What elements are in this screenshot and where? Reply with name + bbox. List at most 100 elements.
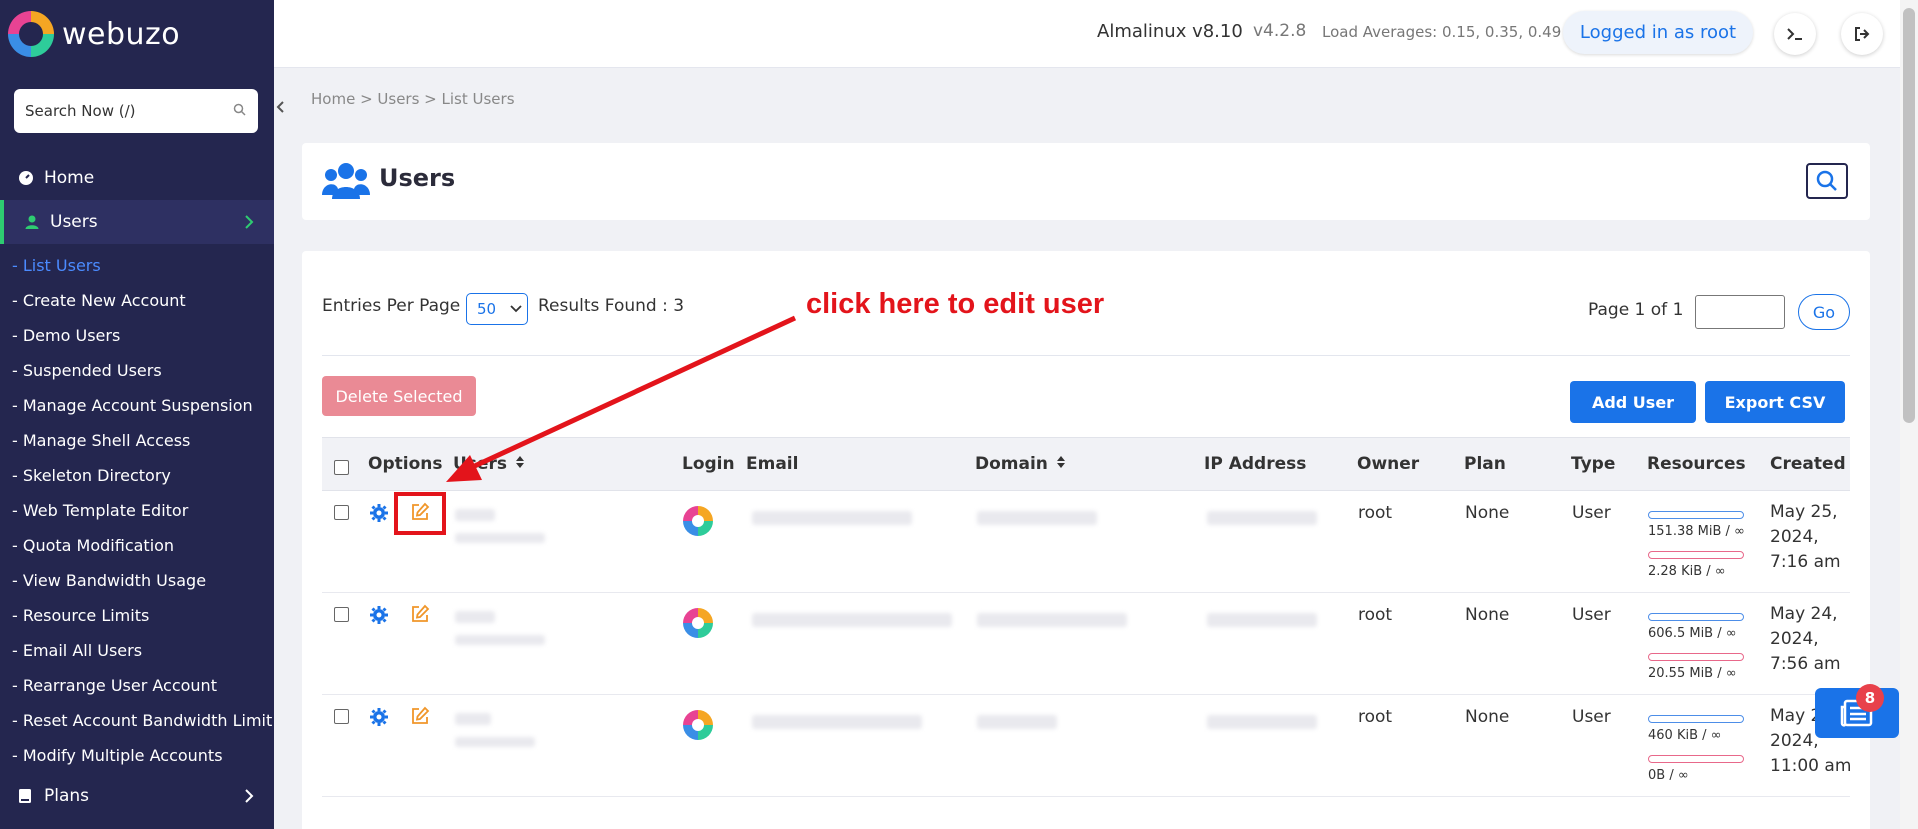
redacted-ip xyxy=(1207,511,1317,525)
entries-per-page-label: Entries Per Page xyxy=(322,296,461,316)
page-number-input[interactable] xyxy=(1695,295,1785,329)
column-header-plan: Plan xyxy=(1464,454,1506,474)
type-cell: User xyxy=(1572,707,1611,727)
redacted-user-detail xyxy=(455,635,545,645)
row-checkbox[interactable] xyxy=(334,505,349,520)
sidebar-subitem-email-all-users[interactable]: - Email All Users xyxy=(12,633,274,668)
bandwidth-usage-text: 0B / ∞ xyxy=(1648,768,1689,783)
bandwidth-usage-text: 2.28 KiB / ∞ xyxy=(1648,564,1726,579)
bandwidth-usage-text: 20.55 MiB / ∞ xyxy=(1648,666,1737,681)
search-icon xyxy=(1816,170,1837,191)
delete-selected-button[interactable]: Delete Selected xyxy=(322,376,476,416)
row-checkbox[interactable] xyxy=(334,709,349,724)
table-row: root None User 460 KiB / ∞ 0B / ∞ May 2 … xyxy=(322,695,1851,797)
created-cell: May 25, 2024, 7:16 am xyxy=(1770,502,1841,572)
sidebar-item-plans[interactable]: Plans xyxy=(0,774,274,818)
bandwidth-usage-bar xyxy=(1648,755,1744,763)
scrollbar-thumb[interactable] xyxy=(1903,8,1915,423)
redacted-email xyxy=(752,715,922,729)
webuzo-login-icon[interactable] xyxy=(683,710,713,740)
table-row: root None User 151.38 MiB / ∞ 2.28 KiB /… xyxy=(322,491,1850,593)
redacted-username xyxy=(455,509,495,521)
type-cell: User xyxy=(1572,605,1611,625)
page-title: Users xyxy=(379,164,456,192)
redacted-email xyxy=(752,511,912,525)
search-toggle-button[interactable] xyxy=(1806,163,1848,199)
users-group-icon xyxy=(322,163,370,199)
column-header-label: Domain xyxy=(975,454,1048,474)
select-all-checkbox[interactable] xyxy=(334,460,349,475)
go-button[interactable]: Go xyxy=(1798,294,1850,330)
table-header: Options Users Login Email Domain IP Addr… xyxy=(322,437,1850,491)
sidebar-subitem-quota-modification[interactable]: - Quota Modification xyxy=(12,528,274,563)
breadcrumb[interactable]: Home > Users > List Users xyxy=(311,90,515,108)
book-icon xyxy=(19,789,31,803)
logged-in-button[interactable]: Logged in as root xyxy=(1563,11,1753,54)
type-cell: User xyxy=(1572,503,1611,523)
notification-count-badge: 8 xyxy=(1856,684,1884,712)
table-row: root None User 606.5 MiB / ∞ 20.55 MiB /… xyxy=(322,593,1850,695)
logo[interactable]: webuzo xyxy=(0,0,274,68)
sidebar-subitem-resource-limits[interactable]: - Resource Limits xyxy=(12,598,274,633)
sidebar-subitem-rearrange-user-account[interactable]: - Rearrange User Account xyxy=(12,668,274,703)
settings-gear-icon[interactable] xyxy=(369,707,389,727)
entries-per-page-select[interactable]: 50 xyxy=(466,293,528,325)
sidebar-subitem-modify-multiple-accounts[interactable]: - Modify Multiple Accounts xyxy=(12,738,274,773)
column-header-users[interactable]: Users xyxy=(453,454,525,474)
column-header-email: Email xyxy=(746,454,799,474)
sidebar-subitem-demo-users[interactable]: - Demo Users xyxy=(12,318,274,353)
settings-gear-icon[interactable] xyxy=(369,503,389,523)
redacted-ip xyxy=(1207,715,1317,729)
sidebar-subitem-create-new-account[interactable]: - Create New Account xyxy=(12,283,274,318)
sidebar-subitem-view-bandwidth-usage[interactable]: - View Bandwidth Usage xyxy=(12,563,274,598)
sidebar-subitem-skeleton-directory[interactable]: - Skeleton Directory xyxy=(12,458,274,493)
dashboard-icon xyxy=(19,171,33,185)
row-checkbox[interactable] xyxy=(334,607,349,622)
export-csv-button[interactable]: Export CSV xyxy=(1705,381,1845,423)
owner-cell: root xyxy=(1358,605,1393,625)
edit-icon[interactable] xyxy=(410,604,430,624)
sidebar-subitem-manage-shell-access[interactable]: - Manage Shell Access xyxy=(12,423,274,458)
edit-icon[interactable] xyxy=(410,706,430,726)
sidebar-subitem-suspended-users[interactable]: - Suspended Users xyxy=(12,353,274,388)
sidebar-subitem-list-users[interactable]: - List Users xyxy=(12,248,274,283)
bandwidth-usage-bar xyxy=(1648,551,1744,559)
disk-usage-bar xyxy=(1648,511,1744,519)
sidebar-collapse-toggle[interactable] xyxy=(274,92,288,124)
add-user-button[interactable]: Add User xyxy=(1570,381,1696,423)
sidebar-item-users[interactable]: Users xyxy=(0,200,274,244)
sidebar-item-home[interactable]: Home xyxy=(0,156,274,200)
topbar: Almalinux v8.10 v4.2.8 Load Averages: 0.… xyxy=(274,0,1918,68)
column-header-created: Created xyxy=(1770,454,1846,474)
divider xyxy=(322,355,1850,356)
annotation-highlight-box xyxy=(394,492,446,535)
chevron-left-icon xyxy=(276,101,284,113)
sidebar-subitem-manage-account-suspension[interactable]: - Manage Account Suspension xyxy=(12,388,274,423)
logo-text: webuzo xyxy=(62,16,181,52)
webuzo-login-icon[interactable] xyxy=(683,506,713,536)
redacted-username xyxy=(455,611,495,623)
search-icon xyxy=(233,103,246,116)
plan-cell: None xyxy=(1465,707,1510,727)
webuzo-login-icon[interactable] xyxy=(683,608,713,638)
column-header-label: Users xyxy=(453,454,507,474)
sidebar: webuzo Search Now (/) Home Users - List … xyxy=(0,0,274,829)
sort-icon xyxy=(1056,456,1065,468)
column-header-domain[interactable]: Domain xyxy=(975,454,1066,474)
logout-button[interactable] xyxy=(1841,13,1883,55)
owner-cell: root xyxy=(1358,503,1393,523)
redacted-ip xyxy=(1207,613,1317,627)
webuzo-logo-icon xyxy=(8,11,54,57)
settings-gear-icon[interactable] xyxy=(369,605,389,625)
logout-icon xyxy=(1855,27,1870,41)
sidebar-subitem-reset-account-bandwidth-limit[interactable]: - Reset Account Bandwidth Limit xyxy=(12,703,274,738)
column-header-options: Options xyxy=(368,454,443,474)
disk-usage-bar xyxy=(1648,613,1744,621)
load-averages: Load Averages: 0.15, 0.35, 0.49 xyxy=(1322,23,1562,41)
sidebar-search-input[interactable]: Search Now (/) xyxy=(14,89,258,133)
column-header-resources: Resources xyxy=(1647,454,1746,474)
sidebar-subitem-web-template-editor[interactable]: - Web Template Editor xyxy=(12,493,274,528)
terminal-button[interactable] xyxy=(1774,13,1816,55)
column-header-ip-address: IP Address xyxy=(1204,454,1307,474)
page-header: Users xyxy=(302,143,1870,220)
